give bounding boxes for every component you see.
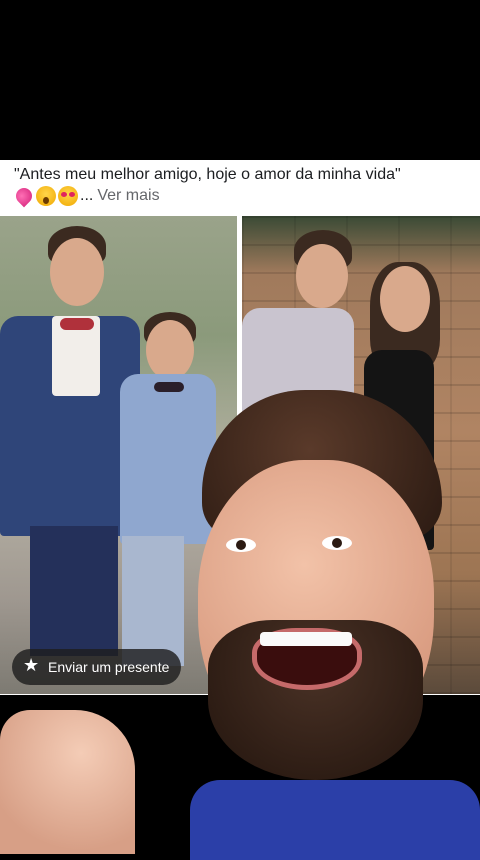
top-black-bar [0, 0, 480, 160]
two-hearts-icon [12, 184, 36, 207]
star-gift-icon [22, 655, 40, 676]
caption-ellipsis: ... [80, 187, 94, 204]
reaction-video-overlay [190, 390, 480, 860]
face-screaming-icon [36, 185, 56, 206]
raised-fist [0, 710, 135, 854]
send-gift-button[interactable]: Enviar um presente [12, 649, 182, 685]
send-gift-label: Enviar um presente [48, 659, 170, 675]
heart-eyes-icon [58, 185, 78, 206]
see-more-link[interactable]: Ver mais [97, 185, 159, 206]
post-caption: "Antes meu melhor amigo, hoje o amor da … [12, 164, 469, 207]
caption-text: "Antes meu melhor amigo, hoje o amor da … [14, 166, 401, 183]
caption-line-2: ... Ver mais [12, 184, 469, 207]
